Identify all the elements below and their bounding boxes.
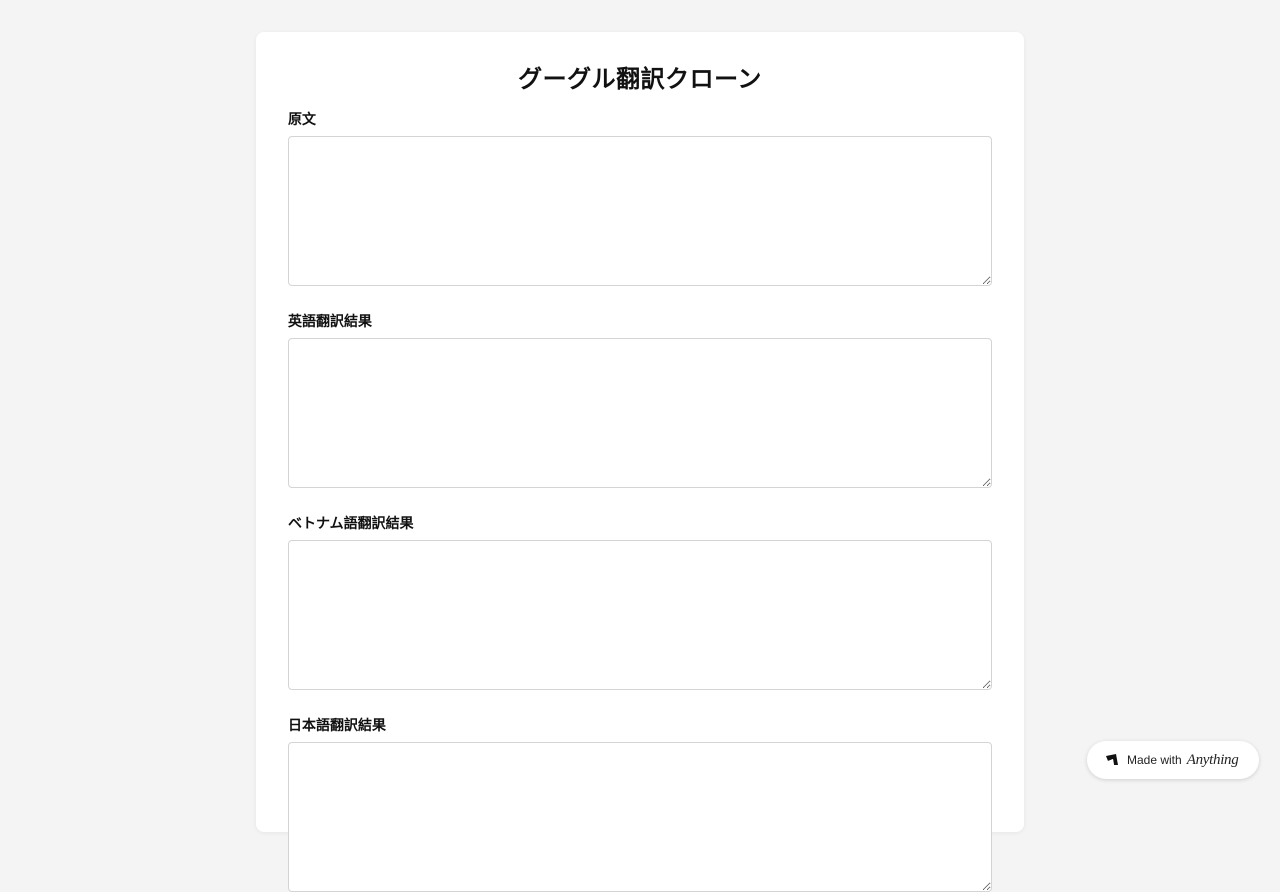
japanese-result-output[interactable] xyxy=(288,742,992,892)
vietnamese-result-field-group: ベトナム語翻訳結果 xyxy=(288,514,992,690)
english-result-output[interactable] xyxy=(288,338,992,488)
english-result-label: 英語翻訳結果 xyxy=(288,314,372,330)
made-with-anything-badge[interactable]: Made with Anything xyxy=(1087,741,1259,779)
japanese-result-label: 日本語翻訳結果 xyxy=(288,718,386,734)
source-text-field-group: 原文 xyxy=(288,110,992,286)
japanese-result-field-group: 日本語翻訳結果 xyxy=(288,716,992,892)
badge-brand-text: Anything xyxy=(1186,751,1239,768)
vietnamese-result-output[interactable] xyxy=(288,540,992,690)
source-text-input[interactable] xyxy=(288,136,992,286)
translator-card: グーグル翻訳クローン 原文 英語翻訳結果 ベトナム語翻訳結果 日本語翻訳結果 xyxy=(256,32,1024,892)
anything-logo-icon xyxy=(1105,753,1119,767)
page-title: グーグル翻訳クローン xyxy=(518,65,762,93)
badge-prefix-text: Made with xyxy=(1127,753,1182,767)
english-result-field-group: 英語翻訳結果 xyxy=(288,312,992,488)
source-text-label: 原文 xyxy=(288,112,316,128)
vietnamese-result-label: ベトナム語翻訳結果 xyxy=(288,516,414,532)
